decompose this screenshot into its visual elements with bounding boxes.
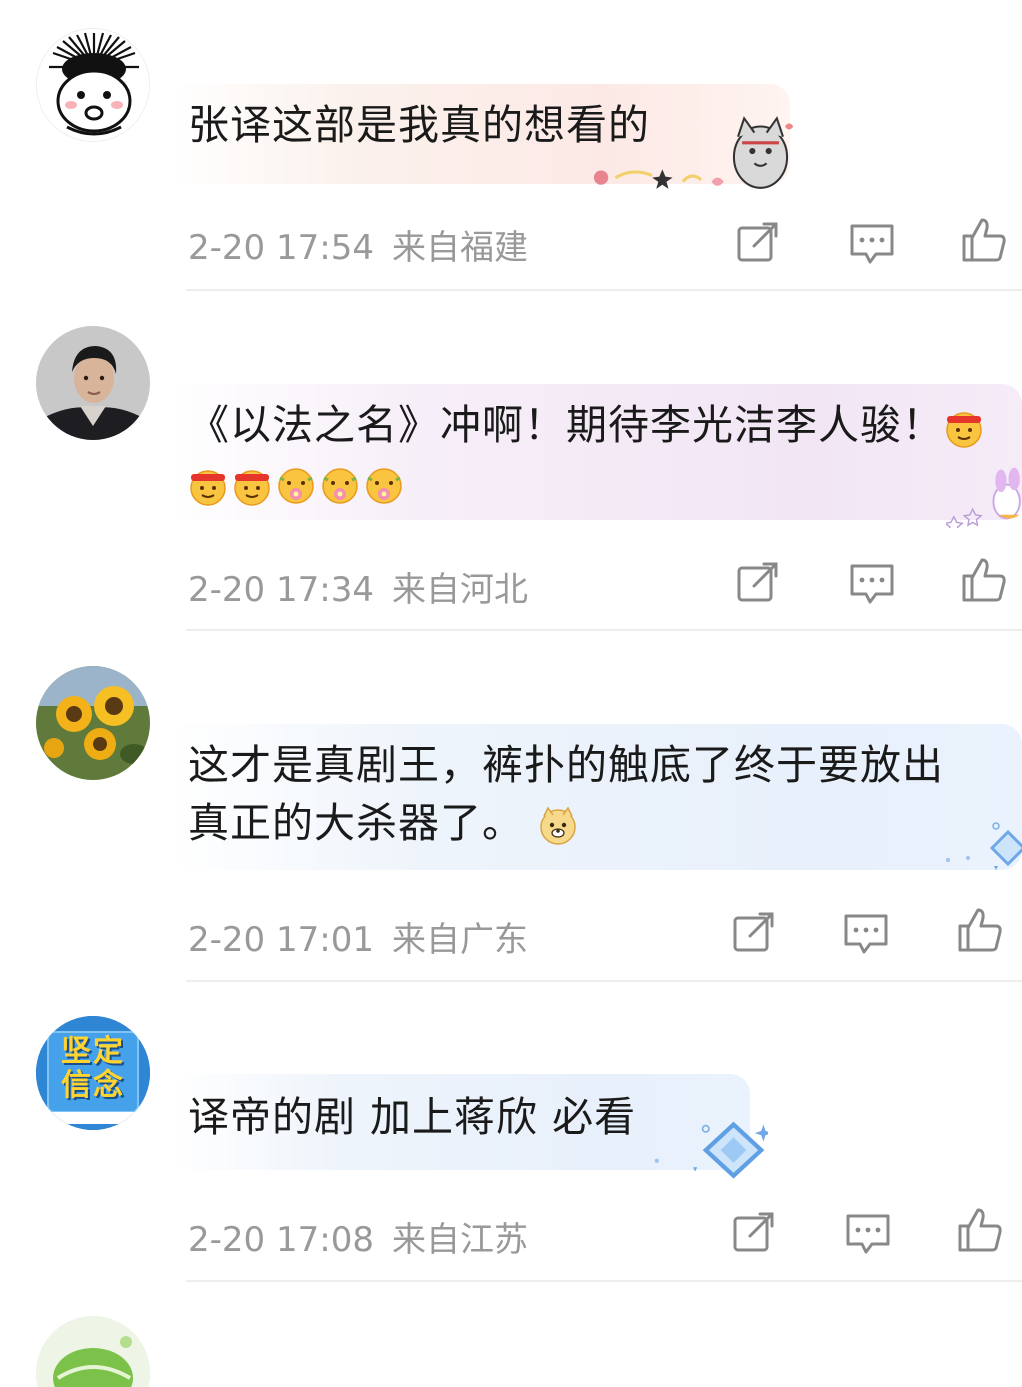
flower-face-emoji: [366, 468, 402, 504]
share-icon: [733, 1212, 774, 1252]
avatar[interactable]: [36, 326, 150, 440]
like-icon: [958, 1208, 1002, 1252]
comment-icon: [846, 1214, 890, 1254]
fighting-face-emoji: [190, 470, 226, 506]
comment-meta: 2-20 17:01 来自广东: [188, 912, 528, 961]
avatar[interactable]: [36, 666, 150, 780]
emoji-row: [188, 454, 408, 512]
divider: [186, 289, 1022, 291]
share-button[interactable]: [730, 908, 778, 956]
avatar[interactable]: [36, 1316, 150, 1387]
comment-meta: 2-20 17:34 来自河北: [188, 562, 528, 611]
comment-button[interactable]: [842, 908, 890, 956]
comment-meta: 2-20 17:54 来自福建: [188, 220, 528, 269]
comment-item: 坚定信念 译帝的剧 加上蒋欣 必看 2-20 17:08 来自江苏: [0, 1016, 1022, 1282]
cat-sticker-icon: [593, 116, 794, 189]
cartoon-duck-sticker-icon: [946, 467, 1021, 528]
man-portrait-icon: [36, 326, 150, 440]
like-button[interactable]: [956, 1206, 1004, 1254]
share-icon: [737, 222, 778, 262]
like-icon: [958, 908, 1002, 952]
comment-text: 《以法之名》冲啊！期待李光洁李人骏！: [188, 396, 988, 454]
flower-face-emoji: [278, 468, 314, 504]
comment-location: 来自福建: [391, 228, 528, 268]
comment-icon: [844, 914, 888, 954]
comment-icon: [850, 224, 894, 264]
comment-text: 张译这部是我真的想看的: [188, 101, 650, 149]
divider: [186, 1280, 1022, 1282]
green-leaf-icon: [36, 1316, 150, 1387]
sunflowers-icon: [36, 666, 150, 780]
comment-item: 这才是真剧王，裤扑的触底了终于要放出 真正的大杀器了。 2-20 17:01 来自…: [0, 666, 1022, 982]
share-icon: [737, 562, 778, 602]
share-button[interactable]: [734, 558, 782, 606]
comment-location: 来自河北: [391, 570, 528, 610]
avatar-text: 坚定信念: [61, 1034, 125, 1103]
share-icon: [733, 912, 774, 952]
comment-time: 2-20 17:54: [188, 228, 374, 268]
comment-item: 《以法之名》冲啊！期待李光洁李人骏！ 2-20 17:34 来自河北: [0, 326, 1022, 631]
diamond-sticker-icon: [946, 822, 1022, 870]
comment-time: 2-20 17:08: [188, 1220, 374, 1260]
divider: [186, 629, 1022, 631]
comment-button[interactable]: [844, 1208, 892, 1256]
fighting-face-emoji: [946, 412, 982, 448]
comment-meta: 2-20 17:08 来自江苏: [188, 1212, 528, 1261]
diamond-sticker-icon: [654, 1121, 768, 1179]
comment-time: 2-20 17:01: [188, 920, 374, 960]
cartoon-avatar-icon: [37, 29, 149, 141]
like-button[interactable]: [960, 216, 1008, 264]
like-icon: [962, 558, 1006, 602]
avatar[interactable]: [36, 28, 150, 142]
comment-text: 这才是真剧王，裤扑的触底了终于要放出: [188, 741, 944, 789]
share-button[interactable]: [734, 218, 782, 266]
comment-time: 2-20 17:34: [188, 570, 374, 610]
comment-location: 来自江苏: [391, 1220, 528, 1260]
comment-icon: [850, 564, 894, 604]
fighting-face-emoji: [234, 470, 270, 506]
comment-item-partial: [0, 1316, 1022, 1387]
comment-button[interactable]: [848, 558, 896, 606]
comment-text: 真正的大杀器了。: [188, 794, 582, 852]
flower-face-emoji: [322, 468, 358, 504]
comment-button[interactable]: [848, 218, 896, 266]
like-icon: [962, 218, 1006, 262]
comment-location: 来自广东: [391, 920, 528, 960]
like-button[interactable]: [960, 556, 1008, 604]
share-button[interactable]: [730, 1208, 778, 1256]
like-button[interactable]: [956, 906, 1004, 954]
comment-text: 译帝的剧 加上蒋欣 必看: [188, 1093, 637, 1141]
divider: [186, 980, 1022, 982]
doge-emoji: [540, 806, 576, 845]
comment-item: 张译这部是我真的想看的 2-20 17:54 来自福建: [0, 28, 1022, 291]
